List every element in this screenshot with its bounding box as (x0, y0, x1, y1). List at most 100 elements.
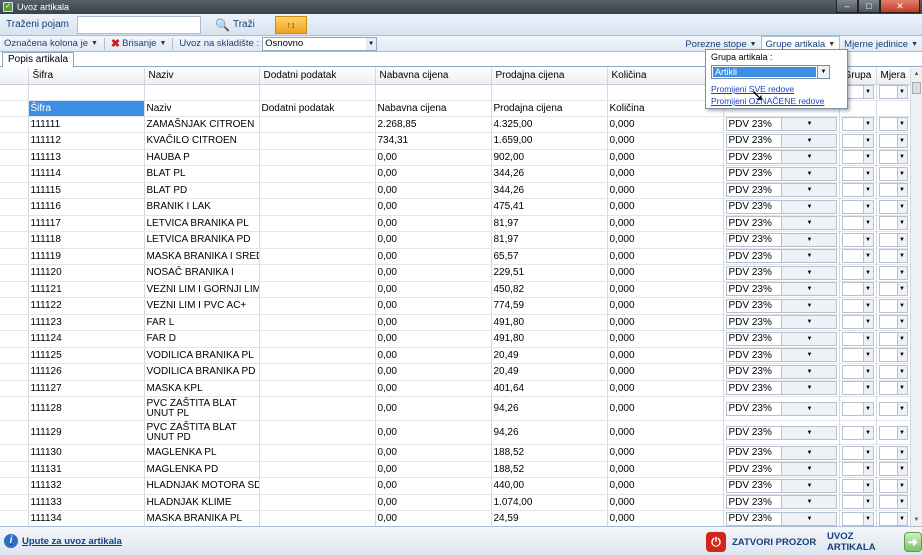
cell-mjera[interactable]: ▼ (876, 461, 910, 478)
cell-nabavna[interactable]: 0,00 (375, 420, 492, 445)
sort-button[interactable]: ↑↕ (274, 15, 307, 34)
field-cell-sifra[interactable]: Šifra (28, 100, 145, 117)
cell-naziv[interactable]: LETVICA BRANIKA PD (144, 231, 260, 249)
chevron-down-icon[interactable]: ▼ (862, 118, 873, 131)
tax-select[interactable]: PDV 23% ▼ (725, 166, 837, 181)
chevron-down-icon[interactable]: ▼ (862, 283, 873, 296)
chevron-down-icon[interactable]: ▼ (862, 479, 873, 492)
cell-grupa[interactable]: ▼ (839, 330, 877, 348)
cell-grupa[interactable]: ▼ (839, 182, 877, 199)
cell-mjera-select[interactable]: ▼ (878, 445, 908, 460)
cell-grupa-select[interactable]: ▼ (841, 282, 874, 297)
vertical-scrollbar[interactable]: ▲ ▼ (910, 68, 922, 526)
cell-prodajna[interactable]: 65,57 (491, 248, 608, 265)
cell-kolicina[interactable]: 0,000 (607, 444, 724, 462)
cell-dodatni[interactable] (259, 314, 376, 331)
cell-grupa-select[interactable]: ▼ (841, 150, 874, 165)
tax-select[interactable]: PDV 23% ▼ (725, 331, 837, 346)
cell-porez[interactable]: PDV 23% ▼ (723, 297, 840, 315)
cell-mjera-select[interactable]: ▼ (878, 495, 908, 510)
cell-dodatni[interactable] (259, 380, 376, 397)
cell-prodajna[interactable]: 24,59 (491, 510, 608, 526)
cell-porez[interactable]: PDV 23% ▼ (723, 215, 840, 232)
cell-sifra[interactable]: 111129 (28, 420, 145, 445)
tax-rates-menu[interactable]: Porezne stope ▼ (681, 39, 760, 50)
cell-kolicina[interactable]: 0,000 (607, 477, 724, 495)
cell-grupa[interactable]: ▼ (839, 461, 877, 478)
cell-mjera[interactable]: ▼ (876, 182, 910, 199)
table-row[interactable]: 111130 MAGLENKA PL 0,00 188,52 0,000 PDV 23% ▼… (0, 444, 910, 462)
cell-grupa[interactable]: ▼ (839, 396, 877, 421)
cell-mjera[interactable]: ▼ (876, 198, 910, 216)
tax-select[interactable]: PDV 23% ▼ (725, 445, 837, 460)
delete-menu[interactable]: ✖ Brisanje ▼ (107, 37, 170, 50)
tax-select[interactable]: PDV 23% ▼ (725, 495, 837, 510)
cell-prodajna[interactable]: 188,52 (491, 461, 608, 478)
cell-nabavna[interactable]: 0,00 (375, 494, 492, 511)
cell-naziv[interactable]: MASKA BRANIKA I SRED (144, 248, 260, 265)
cell-prodajna[interactable]: 475,41 (491, 198, 608, 216)
cell-nabavna[interactable]: 0,00 (375, 297, 492, 315)
tab-item-list[interactable]: Popis artikala (2, 52, 75, 68)
chevron-down-icon[interactable]: ▼ (896, 365, 907, 378)
cell-dodatni[interactable] (259, 347, 376, 364)
cell-nabavna[interactable]: 0,00 (375, 231, 492, 249)
cell-sifra[interactable]: 111113 (28, 149, 145, 166)
cell-mjera-select[interactable]: ▼ (878, 348, 908, 363)
cell-sifra[interactable]: 111117 (28, 215, 145, 232)
cell-kolicina[interactable]: 0,000 (607, 149, 724, 166)
cell-mjera-select[interactable]: ▼ (878, 282, 908, 297)
cell-sifra[interactable]: 111119 (28, 248, 145, 265)
chevron-down-icon[interactable]: ▼ (862, 299, 873, 312)
tax-select[interactable]: PDV 23% ▼ (725, 478, 837, 493)
cell-naziv[interactable]: VODILICA BRANIKA PD (144, 363, 260, 381)
cell-kolicina[interactable]: 0,000 (607, 363, 724, 381)
cell-mjera-select[interactable]: ▼ (878, 315, 908, 330)
filter-cell[interactable] (491, 84, 608, 101)
cell-kolicina[interactable]: 0,000 (607, 420, 724, 445)
chevron-down-icon[interactable]: ▼ (862, 266, 873, 279)
chevron-down-icon[interactable]: ▼ (862, 151, 873, 164)
change-marked-rows-link[interactable]: Promijeni OZNAČENE redove (711, 95, 842, 107)
cell-porez[interactable]: PDV 23% ▼ (723, 380, 840, 397)
cell-dodatni[interactable] (259, 494, 376, 511)
column-header-prodajna[interactable]: Prodajna cijena (491, 68, 608, 85)
cell-mjera-select[interactable]: ▼ (878, 166, 908, 181)
cell-prodajna[interactable]: 229,51 (491, 264, 608, 282)
cell-mjera[interactable]: ▼ (876, 380, 910, 397)
chevron-down-icon[interactable]: ▼ (896, 496, 907, 509)
table-row[interactable]: 111112 KVAČILO CITROEN 734,31 1.659,00 0,000… (0, 132, 910, 150)
cell-grupa-select[interactable]: ▼ (841, 166, 874, 181)
cell-naziv[interactable]: VODILICA BRANIKA PL (144, 347, 260, 364)
chevron-down-icon[interactable]: ▼ (862, 217, 873, 230)
table-row[interactable]: 111121 VEZNI LIM I GORNJI LIM 0,00 450,82 0,… (0, 281, 910, 298)
tax-select[interactable]: PDV 23% ▼ (725, 298, 837, 313)
column-header-mjera[interactable]: Mjera (876, 68, 910, 85)
chevron-down-icon[interactable]: ▼ (862, 426, 873, 439)
search-input[interactable] (77, 15, 201, 34)
cell-sifra[interactable]: 111133 (28, 494, 145, 511)
cell-mjera-select[interactable]: ▼ (878, 183, 908, 198)
cell-grupa-select[interactable]: ▼ (841, 348, 874, 363)
cell-kolicina[interactable]: 0,000 (607, 494, 724, 511)
cell-naziv[interactable]: LETVICA BRANIKA PL (144, 215, 260, 232)
cell-naziv[interactable]: BRANIK I LAK (144, 198, 260, 216)
cell-naziv[interactable]: MAGLENKA PL (144, 444, 260, 462)
chevron-down-icon[interactable]: ▼ (862, 402, 873, 415)
cell-mjera[interactable]: ▼ (876, 494, 910, 511)
table-row[interactable]: 111127 MASKA KPL 0,00 401,64 0,000 PDV 23% ▼ ▼ ▼ (0, 380, 910, 397)
table-row[interactable]: 111111 ZAMAŠNJAK CITROEN 2.268,85 4.325,00 0… (0, 116, 910, 133)
chevron-down-icon[interactable]: ▼ (896, 349, 907, 362)
cell-naziv[interactable]: FAR D (144, 330, 260, 348)
cell-grupa-select[interactable]: ▼ (841, 478, 874, 493)
chevron-down-icon[interactable]: ▼ (780, 118, 836, 131)
scroll-down-icon[interactable]: ▼ (911, 514, 922, 526)
cell-mjera-select[interactable]: ▼ (878, 511, 908, 526)
chevron-down-icon[interactable]: ▼ (862, 496, 873, 509)
cell-mjera-select[interactable]: ▼ (878, 425, 908, 440)
cell-prodajna[interactable]: 81,97 (491, 231, 608, 249)
cell-prodajna[interactable]: 94,26 (491, 420, 608, 445)
column-header-sifra[interactable]: Šifra (28, 68, 145, 85)
cell-sifra[interactable]: 111130 (28, 444, 145, 462)
tax-select[interactable]: PDV 23% ▼ (725, 364, 837, 379)
